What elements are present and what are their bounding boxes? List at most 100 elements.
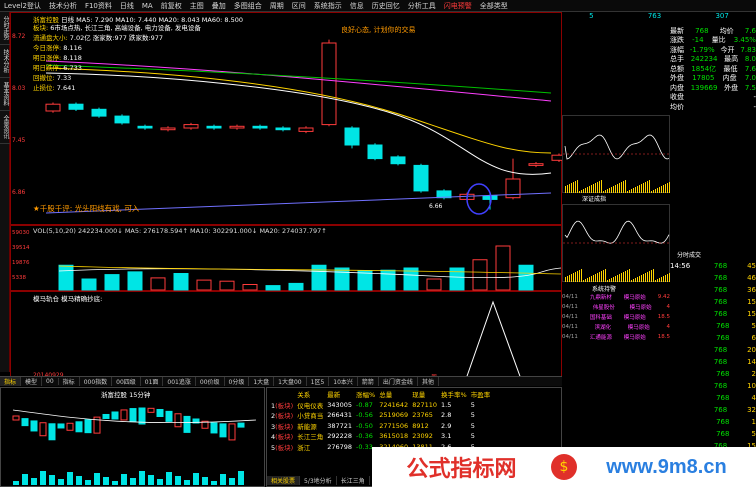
indicator-tab[interactable]: 指标 [59,377,80,386]
sub-volume-bar [229,478,235,485]
column-header[interactable]: 涨幅% [354,389,377,400]
index-mini-chart[interactable] [562,204,671,282]
menu-bar: Level2登认 技术分析 F10资料 日线 MA 前复权 主图 叠加 多图组合 周期 区间 系统指示… [0,0,756,12]
trade-time: 14:56 [670,262,691,270]
sub-candle [129,408,137,423]
menu-item[interactable]: 日线 [116,1,138,11]
column-header[interactable]: 关系 [295,389,325,400]
left-tab[interactable]: 基本资料 [0,78,10,111]
sector-price: 292228 [327,432,353,441]
mini-volume-bar [589,186,590,193]
mini-volume-bar [585,188,586,193]
trade-volume: 5 [751,322,756,330]
trade-row: 768 2 [670,368,756,380]
menu-item[interactable]: 信息 [346,1,368,11]
column-header[interactable]: 市盈率 [469,389,493,400]
volume-panel[interactable]: VOL(5,10,20) 242234.000↓ MA5: 276178.594… [10,225,562,291]
left-tab[interactable]: 分时走势 [0,12,10,45]
menu-item[interactable]: 叠加 [208,1,230,11]
sector-tab[interactable]: 长江三角 [337,476,370,485]
indicator-panel[interactable]: 模马轨仓 模马精确抄底: 20140929 周 [10,291,563,381]
menu-item[interactable]: 闪电预警 [440,1,476,11]
left-tab[interactable]: 技术分析 [0,45,10,78]
indicator-tab[interactable]: 出门资金线 [379,377,418,386]
quote-value-2: 7.6 [744,64,756,73]
indicator-tab[interactable]: 1大盘 [249,377,275,386]
indicator-tab[interactable]: 1区5 [307,377,330,386]
sector-tab[interactable]: 5/3地分析 [300,476,337,485]
menu-item[interactable]: 分析工具 [404,1,440,11]
mini-volume-bar [637,186,638,193]
menu-item[interactable]: 周期 [266,1,288,11]
menu-item[interactable]: 主图 [186,1,208,11]
indicator-tab[interactable]: 001追涨 [163,377,196,386]
alert-row[interactable]: 04/11 九鼎新材 模马原始 9.42 [562,292,670,302]
price-panel[interactable]: 浙富控股 日线 MA5: 7.290 MA10: 7.440 MA20: 8.0… [10,12,563,225]
quote-value: 768 [695,26,709,35]
column-header[interactable]: 现量 [410,389,439,400]
mini-volume-bar [627,270,628,282]
sector-volume: 2771506 [379,421,409,430]
column-header[interactable]: 最新 [325,389,354,400]
sector-tab[interactable]: 相关股票 [267,476,301,485]
table-row[interactable]: 4(板块) 长江三角 292228 -0.36 3615018 23092 3.1 5 [269,431,492,442]
menu-item[interactable]: 历史回忆 [368,1,404,11]
mini-volume-bar [625,180,626,193]
indicator-line [31,300,563,380]
mini-volume-bar [573,273,574,282]
main-chart-area[interactable]: 浙富控股 日线 MA5: 7.290 MA10: 7.440 MA20: 8.0… [10,12,563,381]
volume-bar [150,277,166,291]
menu-item[interactable]: 区间 [288,1,310,11]
indicator-tab[interactable]: 箭箭 [358,377,379,386]
alert-row[interactable]: 04/11 国科基础 模马原始 18.5 [562,312,670,322]
indicator-tab[interactable]: 0分级 [225,377,250,386]
indicator-tab[interactable]: 00 [42,378,59,385]
menu-item[interactable]: 前复权 [157,1,186,11]
indicator-tab[interactable]: 其他 [418,377,439,386]
column-header[interactable] [269,389,295,400]
indicator-tab[interactable]: 01面 [141,377,164,386]
menu-item[interactable]: F10资料 [81,1,116,11]
trade-volume: 5 [751,430,756,438]
sub-candle [228,423,236,441]
sub-volume-bar [238,471,244,485]
alert-name: 汇通能源 [589,335,612,341]
indicator-tab[interactable]: 00四级 [112,377,141,386]
alert-date: 04/11 [562,304,578,310]
mini-volume-bar [647,181,648,193]
quote-value: -14 [692,36,704,45]
mini-volume-bar [615,276,616,282]
mini-volume-bar [625,271,626,282]
column-header[interactable]: 总量 [377,389,410,400]
candle-body [252,125,268,129]
column-header[interactable]: 换手率% [439,389,469,400]
intraday-mini-chart[interactable] [562,115,671,193]
table-row[interactable]: 3(板块) 新能源 387721 -0.50 2771506 8912 2.9 5 [269,421,492,432]
table-row[interactable]: 2(板块) 小贷商当 266431 -0.56 2519069 23765 2.8 5 [269,410,492,421]
indicator-tab[interactable]: 指标 [0,377,22,386]
info-line: 明日跌停: 6.733 [33,62,201,72]
menu-item[interactable]: 多图组合 [230,1,266,11]
menu-item[interactable]: 系统指示 [310,1,346,11]
sub-candle [111,411,119,420]
alert-row[interactable]: 04/11 伟星股份 模马原始 4 [562,302,670,312]
menu-item[interactable]: MA [138,2,157,10]
trade-price: 768 [716,418,730,426]
alert-row[interactable]: 04/11 汇通能源 模马原始 18.5 [562,332,670,342]
indicator-tab[interactable]: 1大盘00 [274,377,307,386]
indicator-tab[interactable]: 10本兴 [329,377,358,386]
intraday-15min-panel[interactable]: 浙富控股 15分钟 [0,387,265,487]
quote-key: 内盘 [670,83,684,92]
menu-item[interactable]: 技术分析 [45,1,81,11]
indicator-tab[interactable]: 00价级 [196,377,225,386]
indicator-tab[interactable]: 000指数 [80,377,113,386]
menu-item[interactable]: 全部类型 [476,1,512,11]
table-row[interactable]: 1(板块) 仪电仪表 343005 -0.87 7241642 827110 1.5 5 [269,400,492,411]
sub-volume-bar [175,476,181,485]
left-tab[interactable]: 全景资讯 [0,111,10,144]
mini-volume-bar [591,276,592,282]
trade-row: 768 6 [670,332,756,344]
alert-row[interactable]: 04/11 滨湖化 模马原始 4 [562,322,670,332]
indicator-tab[interactable]: 模型 [21,377,43,386]
menu-item[interactable]: Level2登认 [0,1,45,11]
